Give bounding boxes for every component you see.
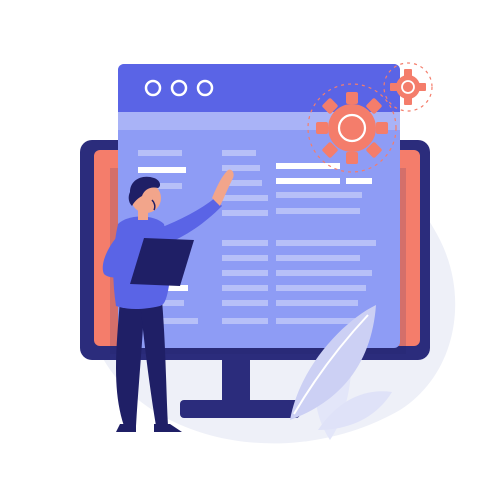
illustration-canvas [80, 62, 456, 444]
gear-icon [383, 62, 433, 112]
